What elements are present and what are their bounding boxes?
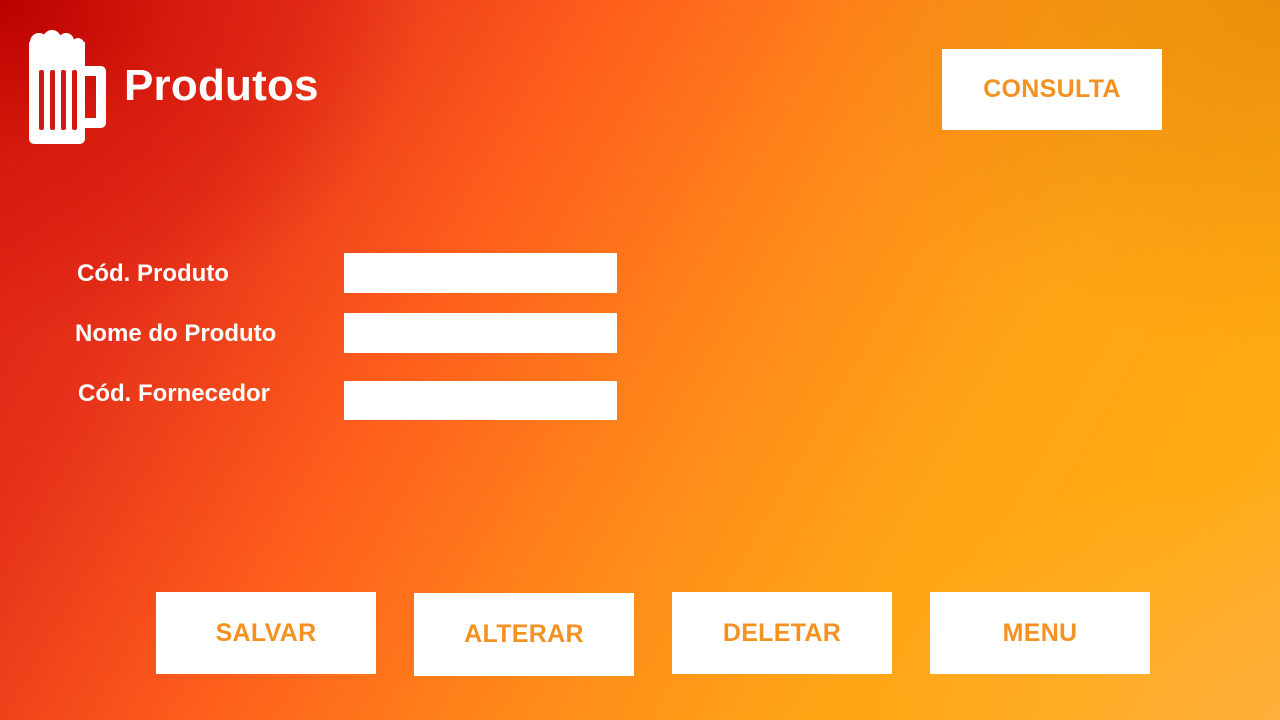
salvar-button[interactable]: SALVAR bbox=[156, 592, 376, 674]
alterar-button[interactable]: ALTERAR bbox=[414, 593, 634, 676]
consulta-button[interactable]: CONSULTA bbox=[942, 49, 1162, 130]
menu-button[interactable]: MENU bbox=[930, 592, 1150, 674]
beer-mug-icon bbox=[29, 30, 106, 144]
cod-fornecedor-label: Cód. Fornecedor bbox=[78, 380, 271, 407]
cod-produto-label: Cód. Produto bbox=[77, 260, 229, 287]
nome-produto-label: Nome do Produto bbox=[75, 320, 277, 347]
page-title: Produtos bbox=[124, 61, 319, 110]
nome-produto-input[interactable] bbox=[344, 313, 617, 353]
cod-produto-input[interactable] bbox=[344, 253, 617, 293]
cod-fornecedor-input[interactable] bbox=[344, 381, 617, 420]
deletar-button[interactable]: DELETAR bbox=[672, 592, 892, 674]
